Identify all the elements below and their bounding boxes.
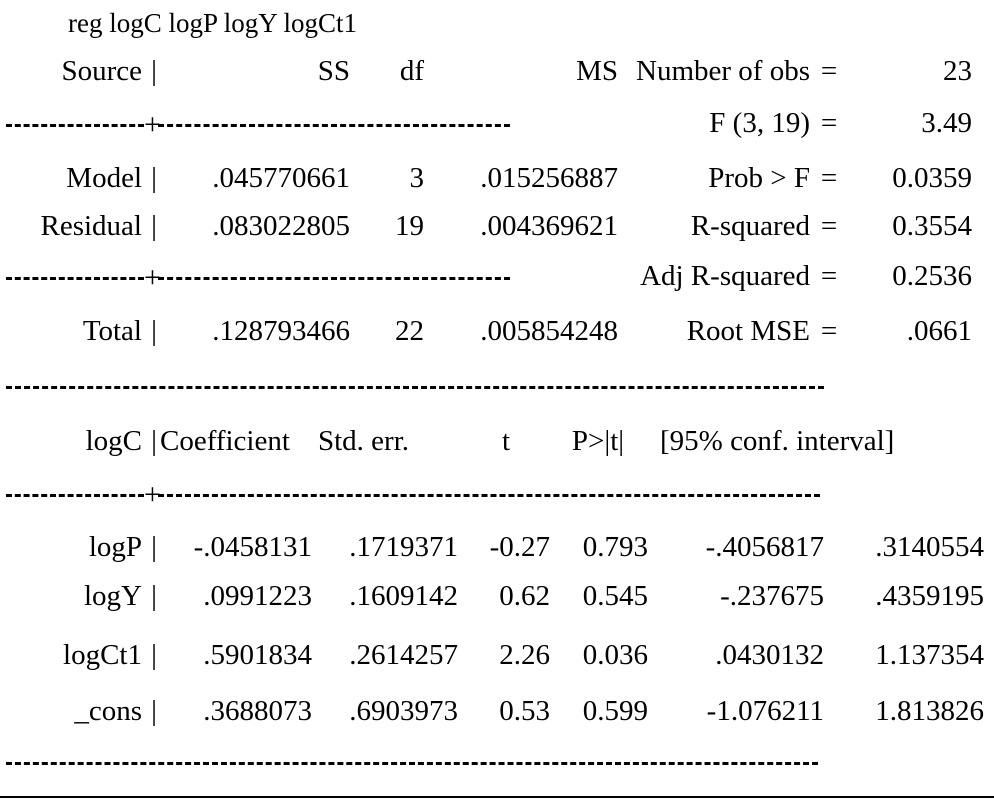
- coef-pvalue-cons: 0.599: [582, 695, 648, 727]
- coef-label-logy: logY: [84, 580, 142, 612]
- dash-segment-right: [158, 276, 510, 280]
- anova-row-total: Total | .128793466 22 .005854248 Root MS…: [0, 308, 994, 354]
- dash-segment-left: [6, 276, 144, 280]
- stat-equals-3: =: [820, 210, 838, 242]
- dash-segment-right: [158, 123, 510, 127]
- coef-pvalue-logy: 0.545: [582, 580, 648, 612]
- coef-ci-low-logp: -.4056817: [705, 531, 824, 563]
- stata-regression-output: reg logC logP logY logCt1 Source | SS df…: [0, 0, 994, 802]
- anova-header-source: Source: [61, 55, 142, 87]
- stat-equals-1: =: [820, 107, 838, 139]
- stata-command-line: reg logC logP logY logCt1: [68, 8, 358, 38]
- anova-ms-total: .005854248: [480, 315, 618, 347]
- full-width-separator-1: [0, 362, 994, 408]
- coefficient-row: logY | .0991223 .1609142 0.62 0.545 -.23…: [0, 573, 994, 619]
- coef-label-logct1: logCt1: [63, 639, 142, 671]
- coef-value-logct1: .5901834: [203, 639, 312, 671]
- coef-ci-high-logy: .4359195: [875, 580, 984, 612]
- coef-header-conf-interval: [95% conf. interval]: [660, 425, 895, 457]
- coef-stderr-logp: .1719371: [349, 531, 458, 563]
- coef-value-logp: -.0458131: [193, 531, 312, 563]
- dash-segment-left: [6, 493, 144, 497]
- anova-header-ss: SS: [317, 55, 350, 87]
- coef-label-cons: _cons: [74, 695, 142, 727]
- anova-ss-total: .128793466: [212, 315, 350, 347]
- coefficient-header-row: logC | Coefficient Std. err. t P>|t| [95…: [0, 418, 994, 464]
- stat-value-1: 3.49: [921, 107, 972, 139]
- coefficient-row: logCt1 | .5901834 .2614257 2.26 0.036 .0…: [0, 632, 994, 678]
- coef-header-t: t: [501, 425, 511, 457]
- full-width-separator-2: [0, 738, 994, 784]
- anova-separator-row-2: + Adj R-squared = 0.2536: [0, 253, 994, 299]
- anova-df-total: 22: [395, 315, 424, 347]
- coef-header-coefficient: Coefficient: [160, 425, 290, 457]
- anova-row-label-model: Model: [66, 162, 142, 194]
- anova-separator-row-1: + F (3, 19) = 3.49: [0, 100, 994, 146]
- stat-label-0: Number of obs: [636, 55, 810, 87]
- dashed-rule-2: +: [6, 253, 510, 299]
- coef-header-pvalue: P>|t|: [571, 425, 625, 457]
- stat-value-5: .0661: [906, 315, 972, 347]
- stat-label-3: R-squared: [690, 210, 810, 242]
- anova-df-model: 3: [409, 162, 425, 194]
- coef-ci-low-cons: -1.076211: [706, 695, 824, 727]
- coef-pvalue-logct1: 0.036: [582, 639, 648, 671]
- coef-header-divider: |: [151, 425, 157, 457]
- coef-ci-high-cons: 1.813826: [875, 695, 984, 727]
- coef-value-logy: .0991223: [203, 580, 312, 612]
- anova-row-label-residual: Residual: [40, 210, 143, 242]
- stat-value-4: 0.2536: [892, 260, 972, 292]
- coef-value-cons: .3688073: [203, 695, 312, 727]
- dashed-rule-5: [6, 738, 818, 784]
- coef-header-stderr: Std. err.: [318, 425, 410, 457]
- stat-equals-5: =: [820, 315, 838, 347]
- stat-label-2: Prob > F: [708, 162, 810, 194]
- dash-segment-full: [6, 761, 818, 765]
- anova-row-residual: Residual | .083022805 19 .004369621 R-sq…: [0, 203, 994, 249]
- anova-row-model: Model | .045770661 3 .015256887 Prob > F…: [0, 155, 994, 201]
- coef-pvalue-logp: 0.793: [582, 531, 648, 563]
- coef-stderr-cons: .6903973: [349, 695, 458, 727]
- coef-t-logy: 0.62: [499, 580, 550, 612]
- stat-value-2: 0.0359: [892, 162, 972, 194]
- anova-header-df: df: [399, 55, 424, 87]
- coef-ci-low-logct1: .0430132: [715, 639, 824, 671]
- stat-equals-0: =: [820, 55, 838, 87]
- dashed-rule-1: +: [6, 100, 510, 146]
- coef-t-logct1: 2.26: [499, 639, 550, 671]
- coefficient-row: logP | -.0458131 .1719371 -0.27 0.793 -.…: [0, 524, 994, 570]
- stat-label-1: F (3, 19): [709, 107, 810, 139]
- bottom-border-rule: [0, 796, 994, 798]
- coef-t-cons: 0.53: [499, 695, 550, 727]
- anova-ms-residual: .004369621: [480, 210, 618, 242]
- coef-t-logp: -0.27: [489, 531, 550, 563]
- anova-header-row: Source | SS df MS Number of obs = 23: [0, 48, 994, 94]
- anova-df-residual: 19: [395, 210, 424, 242]
- coef-ci-low-logy: -.237675: [720, 580, 824, 612]
- dashed-rule-4: +: [6, 470, 820, 516]
- stat-equals-4: =: [820, 260, 838, 292]
- stat-value-0: 23: [943, 55, 972, 87]
- stat-value-3: 0.3554: [892, 210, 972, 242]
- coef-stderr-logct1: .2614257: [349, 639, 458, 671]
- anova-row-label-total: Total: [82, 315, 142, 347]
- dash-segment-right: [158, 493, 820, 497]
- coef-ci-high-logp: .3140554: [875, 531, 984, 563]
- stat-equals-2: =: [820, 162, 838, 194]
- anova-ss-model: .045770661: [212, 162, 350, 194]
- coefficient-row: _cons | .3688073 .6903973 0.53 0.599 -1.…: [0, 688, 994, 734]
- coefficient-separator-row: +: [0, 470, 994, 516]
- coef-header-depvar: logC: [85, 425, 142, 457]
- stat-label-5: Root MSE: [686, 315, 810, 347]
- anova-ms-model: .015256887: [480, 162, 618, 194]
- dash-segment-left: [6, 123, 144, 127]
- coef-stderr-logy: .1609142: [349, 580, 458, 612]
- dashed-rule-3: [6, 362, 824, 408]
- dash-segment-full: [6, 385, 824, 389]
- anova-header-ms: MS: [576, 55, 618, 87]
- coef-label-logp: logP: [88, 531, 142, 563]
- anova-ss-residual: .083022805: [212, 210, 350, 242]
- stat-label-4: Adj R-squared: [640, 260, 810, 292]
- coef-ci-high-logct1: 1.137354: [875, 639, 984, 671]
